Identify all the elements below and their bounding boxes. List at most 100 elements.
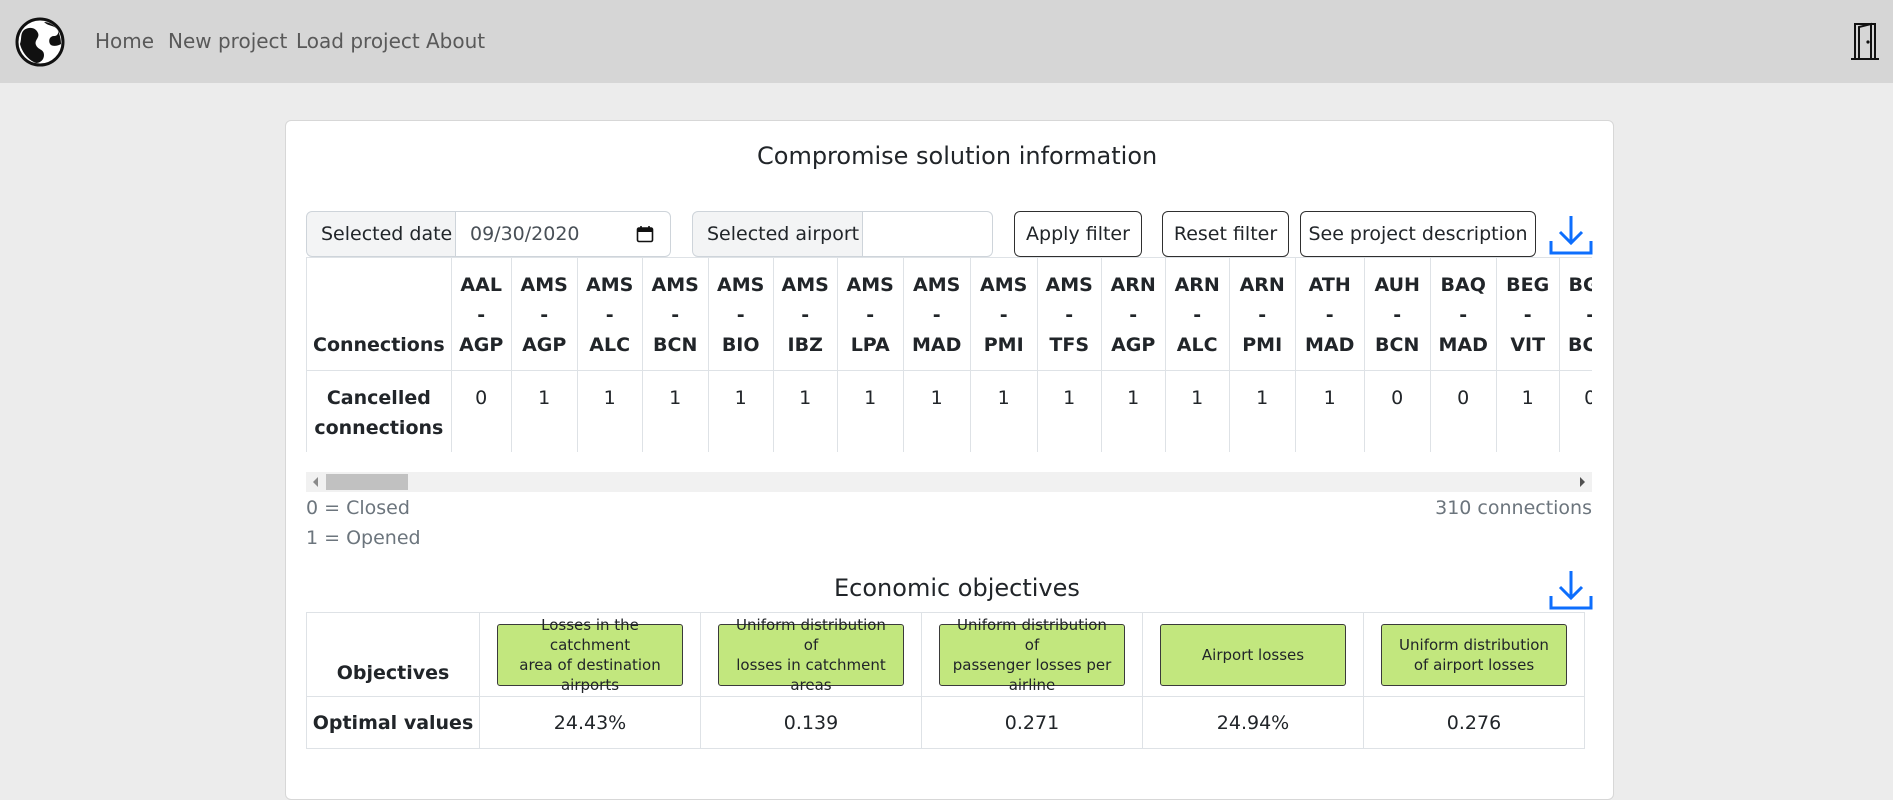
connection-status-cell: 1 (707, 370, 774, 452)
connection-separator: - (1065, 304, 1074, 326)
connection-separator: - (540, 304, 549, 326)
reset-filter-button[interactable]: Reset filter (1162, 211, 1289, 257)
connection-column-header: ATH - MAD (1294, 257, 1365, 371)
connection-separator: - (866, 304, 875, 326)
connection-airport-from: ATH (1308, 274, 1351, 296)
connection-airport-from: ARN (1110, 274, 1156, 296)
connections-table-container[interactable]: Connections AAL - AGP AMS - AGP AMS - ALC AMS - BCN… (306, 257, 1592, 452)
optimal-values-header: Optimal values (306, 696, 480, 749)
horizontal-scrollbar[interactable] (306, 472, 1592, 492)
objective-button[interactable]: Uniform distribution of airport losses (1381, 623, 1567, 686)
door-exit-icon[interactable] (1849, 21, 1881, 61)
connection-column-header: ARN - ALC (1164, 257, 1230, 371)
connection-status-cell: 1 (1495, 370, 1560, 452)
objective-button[interactable]: Airport losses (1160, 623, 1346, 686)
connection-separator: - (1523, 304, 1532, 326)
connection-status-cell: 1 (1164, 370, 1230, 452)
connection-airport-from: AMS (1045, 274, 1093, 296)
connection-airport-to: MAD (911, 334, 962, 356)
connections-header-row: Connections AAL - AGP AMS - AGP AMS - ALC AMS - BCN… (306, 257, 1592, 371)
connection-airport-from: BEG (1506, 274, 1550, 296)
connection-airport-from: AMS (913, 274, 961, 296)
connection-airport-from: AAL (460, 274, 502, 296)
download-icon[interactable] (1548, 568, 1594, 612)
nav-new-project[interactable]: New project (168, 29, 287, 53)
optimal-values-row: Optimal values 24.43% 0.139 0.271 24.94% 0.2… (306, 696, 1585, 749)
objective-header-cell: Uniform distribution of losses in catchme… (700, 612, 922, 697)
connection-status-cell: 1 (969, 370, 1038, 452)
objectives-header: Objectives (306, 612, 480, 697)
connection-status-cell: 0 (1363, 370, 1431, 452)
connection-airport-from: ARN (1239, 274, 1285, 296)
connection-column-header: ARN - PMI (1228, 257, 1296, 371)
nav-load-project[interactable]: Load project (296, 29, 420, 53)
connection-airport-to: BIO (721, 334, 760, 356)
connection-column-header: ARN - AGP (1100, 257, 1166, 371)
navbar: Home New project Load project About (0, 0, 1893, 83)
scroll-thumb[interactable] (326, 474, 408, 490)
connection-status-cell: 0 (450, 370, 512, 452)
connection-airport-to: PMI (1242, 334, 1283, 356)
connection-status-cell: 1 (510, 370, 578, 452)
cancelled-connections-row: Cancelled connections 011111111111110010 (306, 370, 1592, 452)
objective-optimal-value: 0.276 (1363, 696, 1585, 749)
connection-column-header: AMS - BIO (707, 257, 774, 371)
connection-column-header: AMS - TFS (1036, 257, 1102, 371)
connection-airport-to: BCN (1375, 334, 1420, 356)
connection-separator: - (801, 304, 810, 326)
connection-airport-to: IBZ (787, 334, 823, 356)
objective-optimal-value: 0.271 (921, 696, 1143, 749)
objective-label: Uniform distribution of passenger losses … (952, 615, 1112, 694)
economic-objectives-table: Objectives Losses in the catchment area o… (306, 612, 1585, 749)
objective-button[interactable]: Uniform distribution of passenger losses … (939, 616, 1125, 694)
date-input[interactable]: 09/30/2020 (455, 211, 671, 257)
connection-column-header: AMS - BCN (641, 257, 709, 371)
connection-status-cell: 1 (1294, 370, 1365, 452)
connection-status-cell: 1 (576, 370, 643, 452)
scroll-right-arrow-icon[interactable] (1580, 477, 1585, 487)
see-project-description-button[interactable]: See project description (1300, 211, 1536, 257)
connection-column-header: BGY - BCN (1558, 257, 1592, 371)
connection-airport-from: AMS (980, 274, 1028, 296)
scroll-left-arrow-icon[interactable] (313, 477, 318, 487)
connection-separator: - (1193, 304, 1202, 326)
selected-airport-label: Selected airport (692, 211, 863, 257)
objective-label: Uniform distribution of losses in catchme… (736, 615, 886, 694)
compromise-title: Compromise solution information (757, 142, 1158, 170)
objective-label: Airport losses (1201, 645, 1305, 664)
connection-column-header: AAL - AGP (450, 257, 512, 371)
connection-airport-from: AMS (586, 274, 634, 296)
objective-button[interactable]: Losses in the catchment area of destinati… (497, 616, 683, 694)
globe-logo-icon[interactable] (14, 16, 66, 68)
connection-column-header: BAQ - MAD (1429, 257, 1497, 371)
connection-separator: - (1393, 304, 1402, 326)
download-icon[interactable] (1548, 213, 1594, 257)
nav-home[interactable]: Home (95, 29, 154, 53)
connections-count: 310 connections (1435, 497, 1592, 519)
apply-filter-button[interactable]: Apply filter (1014, 211, 1142, 257)
connections-row-header: Connections (306, 257, 452, 371)
connection-column-header: AMS - LPA (836, 257, 904, 371)
connection-airport-to: LPA (850, 334, 890, 356)
connection-status-cell: 0 (1429, 370, 1497, 452)
legend-closed: 0 = Closed (306, 497, 410, 519)
connection-airport-to: VIT (1510, 334, 1546, 356)
connection-airport-to: PMI (983, 334, 1024, 356)
nav-about[interactable]: About (426, 29, 485, 53)
connection-airport-to: AGP (1111, 334, 1156, 356)
connection-airport-from: ARN (1174, 274, 1220, 296)
date-value: 09/30/2020 (470, 223, 580, 245)
connection-separator: - (671, 304, 680, 326)
objective-label: Uniform distribution of airport losses (1399, 635, 1549, 674)
connection-airport-from: AMS (846, 274, 894, 296)
connection-separator: - (736, 304, 745, 326)
calendar-icon[interactable] (636, 225, 654, 243)
objective-optimal-value: 24.43% (479, 696, 701, 749)
objective-header-cell: Uniform distribution of passenger losses … (921, 612, 1143, 697)
connection-airport-from: BAQ (1440, 274, 1486, 296)
connection-airport-from: BGY (1568, 274, 1592, 296)
objective-button[interactable]: Uniform distribution of losses in catchme… (718, 616, 904, 694)
connection-airport-to: AGP (522, 334, 567, 356)
connection-status-cell: 1 (1228, 370, 1296, 452)
airport-input[interactable] (862, 211, 993, 257)
